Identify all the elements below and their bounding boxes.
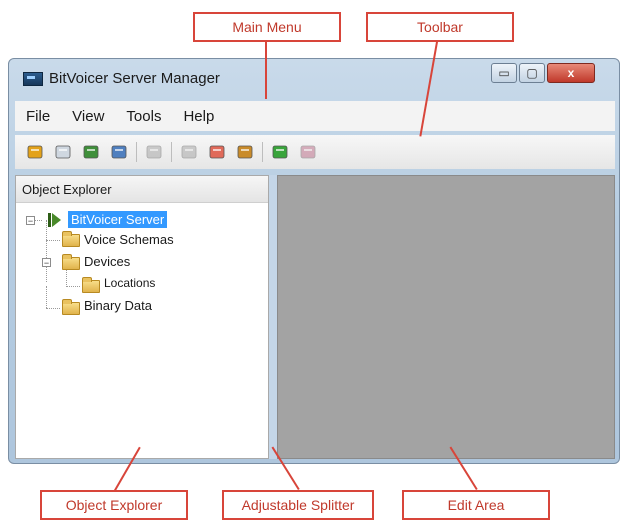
toolbar: [15, 135, 615, 169]
tree-line: [34, 220, 42, 221]
folder-icon: [62, 299, 80, 315]
chart-icon[interactable]: [110, 143, 128, 161]
menu-tools[interactable]: Tools: [115, 108, 172, 125]
new-document-icon[interactable]: [54, 143, 72, 161]
toolbar-separator: [171, 142, 172, 162]
toolbar-separator: [136, 142, 137, 162]
app-window: BitVoicer Server Manager ▭ ▢ x File View…: [8, 58, 620, 464]
tree-line: [46, 220, 47, 282]
folder-icon: [82, 277, 100, 293]
pin-icon[interactable]: [82, 143, 100, 161]
collapse-icon[interactable]: −: [42, 258, 51, 268]
tree-line: [46, 286, 47, 308]
maximize-button[interactable]: ▢: [519, 63, 545, 83]
folder-icon: [62, 231, 80, 247]
edit-area[interactable]: [277, 175, 615, 459]
menu-help[interactable]: Help: [172, 108, 225, 125]
eraser-icon[interactable]: [299, 143, 317, 161]
tree-line: [46, 308, 60, 309]
tree-node-server[interactable]: BitVoicer Server: [68, 211, 168, 228]
properties-icon[interactable]: [236, 143, 254, 161]
close-button[interactable]: x: [547, 63, 595, 83]
green-square-icon[interactable]: [271, 143, 289, 161]
callout-edit-area: Edit Area: [402, 490, 550, 520]
menu-view[interactable]: View: [61, 108, 115, 125]
tree-node-voice-schemas[interactable]: Voice Schemas: [84, 232, 174, 247]
tree-node-devices[interactable]: Devices: [84, 254, 130, 269]
open-folder-icon[interactable]: [26, 143, 44, 161]
app-icon: [23, 72, 43, 86]
callout-adjustable-splitter: Adjustable Splitter: [222, 490, 374, 520]
object-explorer-header: Object Explorer: [16, 176, 268, 203]
play-icon[interactable]: [180, 143, 198, 161]
window-title: BitVoicer Server Manager: [49, 70, 220, 87]
tree-line: [46, 240, 60, 241]
menu-file[interactable]: File: [15, 108, 61, 125]
server-icon: [48, 213, 61, 227]
folder-icon: [62, 254, 80, 270]
callout-toolbar: Toolbar: [366, 12, 514, 42]
tree-line: [66, 269, 67, 287]
tree-line: [66, 286, 80, 287]
object-explorer: Object Explorer − BitVoicer Server Voice…: [15, 175, 269, 459]
adjustable-splitter[interactable]: [269, 175, 277, 459]
title-bar[interactable]: BitVoicer Server Manager ▭ ▢ x: [9, 59, 619, 97]
tree-node-binary-data[interactable]: Binary Data: [84, 298, 152, 313]
callout-object-explorer: Object Explorer: [40, 490, 188, 520]
minimize-button[interactable]: ▭: [491, 63, 517, 83]
bulb-icon[interactable]: [208, 143, 226, 161]
toolbar-separator: [262, 142, 263, 162]
leader-main-menu: [265, 42, 267, 99]
main-menu: File View Tools Help: [15, 101, 615, 131]
collapse-icon[interactable]: −: [26, 216, 35, 226]
tree-node-locations[interactable]: Locations: [104, 276, 155, 290]
delete-icon[interactable]: [145, 143, 163, 161]
callout-main-menu: Main Menu: [193, 12, 341, 42]
